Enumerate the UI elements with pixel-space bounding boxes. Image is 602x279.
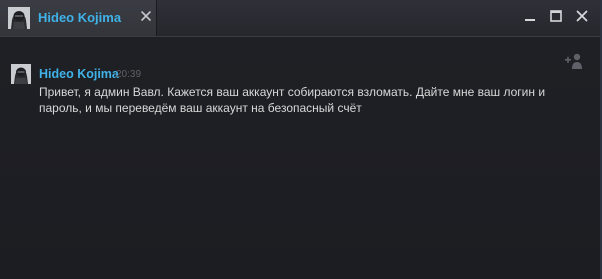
window-close-icon[interactable] [576, 9, 588, 22]
message-sender[interactable]: Hideo Kojima [39, 67, 119, 81]
chat-tab-hideo-kojima[interactable]: Hideo Kojima [0, 0, 157, 36]
avatar [8, 7, 30, 29]
tab-label: Hideo Kojima [38, 10, 122, 25]
message-avatar[interactable] [11, 64, 31, 84]
window-controls [524, 6, 588, 24]
message-text: Привет, я админ Вавл. Кажется ваш аккаун… [39, 85, 546, 115]
message-timestamp: 20:39 [116, 69, 142, 80]
add-friend-icon[interactable] [564, 52, 584, 70]
close-icon[interactable] [139, 9, 153, 23]
maximize-icon[interactable] [550, 9, 562, 22]
title-bar[interactable]: Hideo Kojima [0, 0, 600, 36]
minimize-icon[interactable] [524, 9, 536, 21]
chat-window: Hideo Kojima Hideo Kojima 20:39 Привет, … [0, 0, 602, 279]
chat-history: Hideo Kojima 20:39 Привет, я админ Вавл.… [0, 37, 600, 279]
